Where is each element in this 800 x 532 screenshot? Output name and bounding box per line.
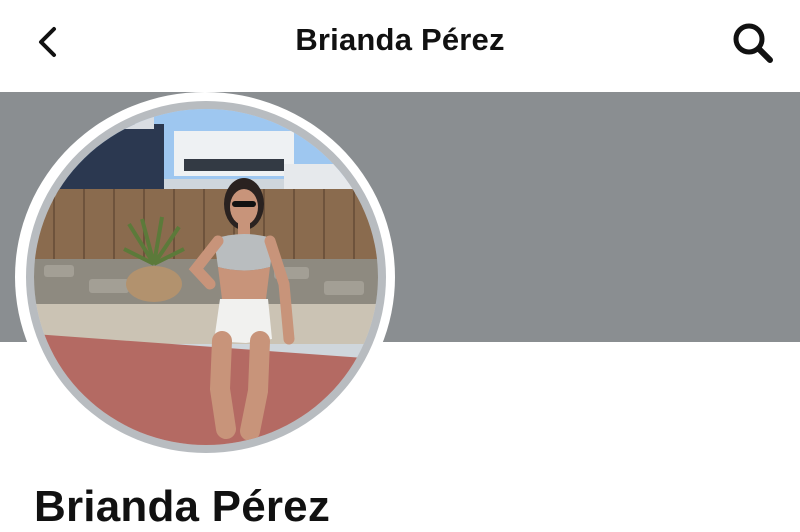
search-icon: [733, 23, 773, 63]
top-navigation-bar: Brianda Pérez: [0, 0, 800, 92]
profile-photo: [34, 109, 378, 445]
search-button[interactable]: [728, 20, 778, 66]
header-title: Brianda Pérez: [295, 22, 505, 57]
profile-name: Brianda Pérez: [34, 482, 331, 531]
profile-avatar[interactable]: [34, 109, 378, 445]
